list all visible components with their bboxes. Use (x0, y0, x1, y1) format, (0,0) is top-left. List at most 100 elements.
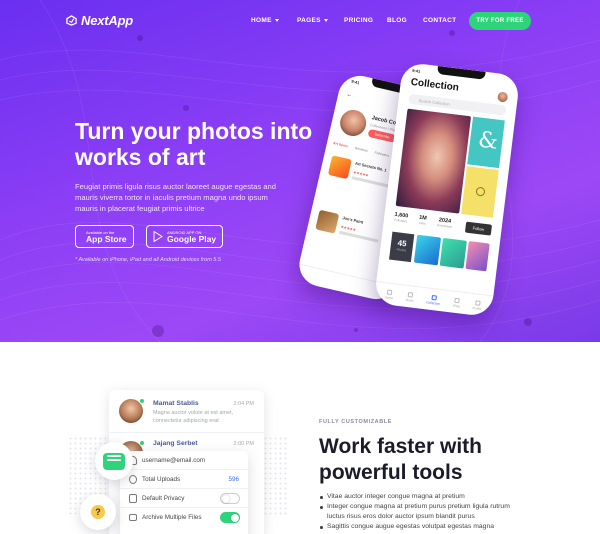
hero-headline: Turn your photos into works of art (75, 118, 313, 170)
sender-name: Jajang Serbet (153, 440, 198, 447)
nav-blog[interactable]: BLOG (387, 17, 407, 24)
availability-note: * Available on iPhone, iPad and all Andr… (75, 257, 221, 263)
try-for-free-button[interactable]: TRY FOR FREE (469, 12, 531, 30)
features-section: Mamat Stablis 2:04 PM Magna auctor volut… (0, 342, 600, 534)
google-play-button[interactable]: ANDROID APP ON Google Play (146, 225, 224, 248)
section-title: Work faster with powerful tools (319, 435, 482, 484)
tab-label: Music (405, 297, 415, 303)
settings-row-archive[interactable]: Archive Multiple Files (120, 508, 248, 527)
toggle-knob (222, 494, 230, 503)
message-icon (103, 452, 125, 470)
question-icon: ? (91, 505, 105, 519)
upload-icon (129, 474, 137, 484)
profile-tab[interactable]: Followers (374, 151, 390, 158)
collection-title: Collection (410, 76, 460, 94)
settings-row-privacy[interactable]: Default Privacy (120, 489, 248, 508)
google-play-label: Google Play (167, 233, 217, 244)
stat-label: Likes (418, 220, 427, 226)
hero-lead-text: Feugiat primis ligula risus auctor laore… (75, 182, 276, 213)
archive-toggle[interactable] (220, 512, 240, 523)
chat-bubble-badge (95, 442, 133, 480)
online-indicator (139, 398, 145, 404)
brand-logo[interactable]: NextApp (66, 13, 133, 28)
stat-label: Followers (394, 217, 408, 224)
avatar[interactable] (497, 91, 509, 103)
tab-collection[interactable]: Collection (426, 294, 441, 306)
message-text: Magna auctor volute at est amet, connect… (153, 410, 234, 424)
feature-item: Sagittis congue augue egestas volutpat e… (319, 522, 529, 532)
art-tile[interactable]: & (467, 116, 505, 169)
hero-wave-pattern (0, 0, 600, 342)
tab-music[interactable]: Music (405, 291, 414, 302)
ampersand-art-icon: & (476, 127, 500, 155)
archive-icon (129, 514, 137, 521)
featured-photo[interactable] (395, 108, 472, 214)
item-thumbnail (327, 155, 352, 180)
add-icon (475, 186, 486, 197)
gallery-thumbnail[interactable] (465, 241, 490, 272)
nav-pricing-label: PRICING (344, 17, 374, 24)
phone-status-time: 9:41 (411, 67, 421, 74)
feature-item: Vitae auctor integer congue magna at pre… (319, 492, 529, 502)
section-eyebrow: FULLY CUSTOMIZABLE (319, 419, 393, 425)
settings-card: username@email.com Total Uploads 596 Def… (120, 451, 248, 534)
message-time: 2:04 PM (233, 401, 254, 407)
collection-icon (431, 294, 437, 300)
tab-home[interactable]: Home (384, 288, 394, 300)
archive-label: Archive Multiple Files (142, 514, 202, 521)
back-arrow-icon: ← (345, 91, 353, 100)
profile-tab[interactable]: Art Items (333, 141, 349, 148)
text-placeholder (351, 176, 392, 188)
text-placeholder (338, 230, 379, 243)
app-store-button[interactable]: Available on the App Store (75, 225, 134, 248)
item-thumbnail (315, 209, 340, 234)
tab-shop[interactable]: Shop (452, 297, 461, 308)
nav-pages-label: PAGES (297, 17, 321, 24)
stat-label: Downloads (436, 223, 452, 229)
sender-name: Mamat Stablis (153, 400, 199, 407)
tab-label: Home (384, 294, 394, 300)
chevron-down-icon (323, 19, 328, 22)
chevron-down-icon (274, 19, 279, 22)
settings-row-uploads[interactable]: Total Uploads 596 (120, 470, 248, 489)
toggle-knob (231, 514, 239, 522)
hero-section: NextApp HOME PAGES PRICING BLOG CONTACT … (0, 0, 600, 342)
help-bubble-badge: ? (80, 494, 116, 530)
tab-label: Profile (472, 305, 482, 311)
online-indicator (139, 440, 145, 446)
item-title: Jon's Paint (342, 215, 364, 225)
profile-tab[interactable]: Reviews (354, 146, 368, 153)
tab-label: Collection (426, 299, 441, 306)
chat-message[interactable]: Mamat Stablis 2:04 PM Magna auctor volut… (109, 390, 264, 432)
top-navbar: NextApp HOME PAGES PRICING BLOG CONTACT … (0, 0, 600, 42)
logo-icon (66, 15, 77, 26)
nav-contact-label: CONTACT (423, 17, 457, 24)
brand-name: NextApp (81, 13, 134, 28)
tab-profile[interactable]: Profile (472, 299, 482, 311)
profile-icon (474, 299, 481, 306)
profile-tabs: Art Items Reviews Followers (333, 141, 390, 158)
nav-home[interactable]: HOME (251, 17, 279, 24)
home-icon (386, 288, 393, 295)
art-tile[interactable] (461, 166, 499, 218)
uploads-value: 596 (228, 475, 239, 483)
email-label: username@email.com (142, 456, 206, 464)
music-icon (407, 291, 414, 298)
lock-icon (129, 493, 137, 503)
phone-status-time: 9:41 (350, 78, 360, 86)
gallery-thumbnail[interactable] (413, 234, 442, 266)
gallery-thumbnail[interactable] (439, 237, 467, 269)
shop-icon (454, 297, 460, 303)
feature-item: Integer congue magna at pretium purus pr… (319, 502, 529, 522)
nav-pricing[interactable]: PRICING (344, 17, 373, 24)
photo-count-tile[interactable]: 45 Photos (389, 231, 415, 263)
follow-button[interactable]: Follow (464, 221, 493, 236)
tab-label: Shop (452, 303, 461, 308)
app-store-label: App Store (86, 233, 127, 244)
nav-contact[interactable]: CONTACT (423, 17, 456, 24)
uploads-label: Total Uploads (142, 475, 181, 483)
settings-row-email[interactable]: username@email.com (120, 451, 248, 470)
nav-pages[interactable]: PAGES (297, 17, 328, 24)
privacy-toggle[interactable] (220, 492, 240, 504)
feature-list: Vitae auctor integer congue magna at pre… (319, 492, 529, 532)
